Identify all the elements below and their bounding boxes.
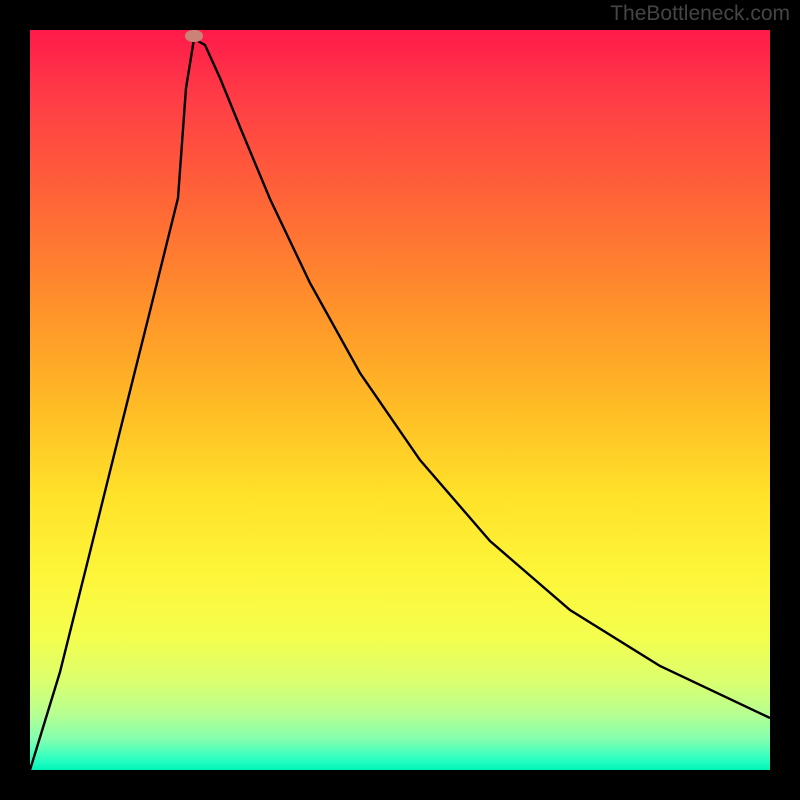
plot-area — [30, 30, 770, 770]
bottleneck-curve — [30, 39, 770, 770]
optimum-marker — [185, 30, 203, 42]
chart-frame: TheBottleneck.com — [0, 0, 800, 800]
curve-layer — [30, 30, 770, 770]
watermark-label: TheBottleneck.com — [610, 2, 790, 26]
